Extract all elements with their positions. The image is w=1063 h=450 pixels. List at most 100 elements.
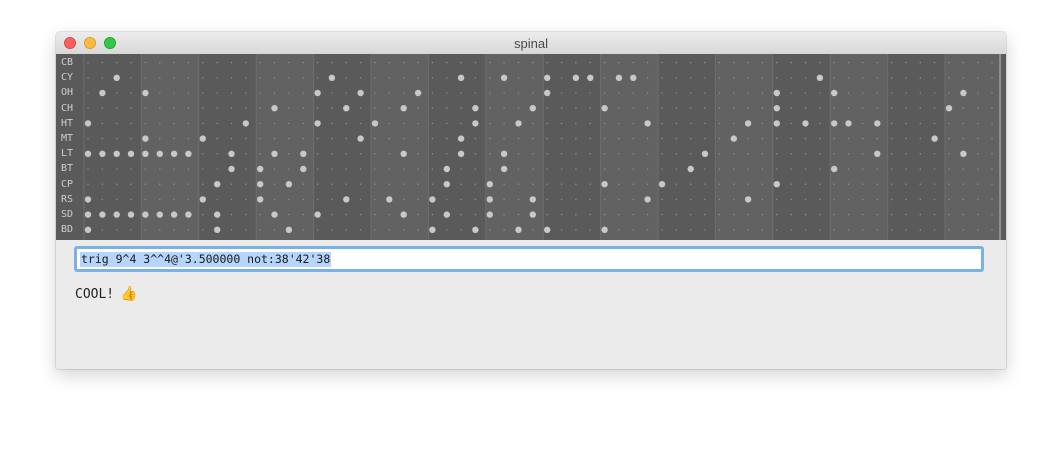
step-off[interactable] [847, 92, 850, 94]
step-off[interactable] [302, 229, 305, 231]
command-input-text[interactable]: trig 9^4 3^^4@'3.500000 not:38'42'38 [80, 252, 332, 267]
step-off[interactable] [202, 153, 204, 155]
step-off[interactable] [790, 213, 792, 216]
step-off[interactable] [675, 77, 678, 79]
step-off[interactable] [575, 137, 577, 140]
step-off[interactable] [991, 198, 993, 201]
step-on[interactable] [500, 74, 508, 81]
step-off[interactable] [546, 213, 548, 216]
step-on[interactable] [744, 120, 752, 127]
step-off[interactable] [661, 213, 663, 216]
step-on[interactable] [242, 120, 249, 127]
step-off[interactable] [288, 107, 290, 109]
step-off[interactable] [733, 183, 735, 185]
step-on[interactable] [271, 105, 278, 112]
step-on[interactable] [831, 89, 838, 97]
step-on[interactable] [544, 226, 551, 233]
step-off[interactable] [747, 61, 749, 64]
step-off[interactable] [144, 183, 147, 185]
step-off[interactable] [905, 122, 907, 125]
step-off[interactable] [933, 107, 936, 109]
step-off[interactable] [115, 137, 118, 140]
step-off[interactable] [948, 229, 950, 231]
step-off[interactable] [173, 137, 175, 140]
step-sequencer-grid[interactable]: CB CY OH CH HT MT LT BT CP RS SD BD [56, 54, 1006, 240]
step-off[interactable] [431, 183, 434, 185]
step-off[interactable] [976, 107, 979, 109]
step-off[interactable] [230, 92, 233, 94]
step-off[interactable] [976, 77, 979, 79]
step-off[interactable] [503, 61, 505, 64]
step-on[interactable] [443, 165, 450, 173]
step-off[interactable] [345, 122, 348, 125]
step-off[interactable] [905, 77, 907, 79]
step-off[interactable] [288, 92, 290, 94]
step-off[interactable] [689, 122, 692, 125]
step-off[interactable] [359, 198, 362, 201]
step-off[interactable] [230, 229, 233, 231]
step-off[interactable] [130, 137, 132, 140]
step-off[interactable] [632, 183, 635, 185]
step-off[interactable] [374, 61, 376, 64]
step-off[interactable] [962, 229, 965, 231]
step-on[interactable] [228, 165, 235, 173]
step-off[interactable] [417, 137, 419, 140]
step-off[interactable] [646, 153, 649, 155]
step-off[interactable] [847, 183, 850, 185]
step-off[interactable] [144, 168, 147, 170]
step-off[interactable] [646, 77, 649, 79]
step-on[interactable] [142, 211, 149, 218]
step-off[interactable] [761, 153, 764, 155]
step-off[interactable] [603, 137, 606, 140]
step-off[interactable] [431, 213, 434, 216]
step-off[interactable] [288, 61, 290, 64]
step-off[interactable] [704, 92, 706, 94]
step-off[interactable] [560, 107, 563, 109]
step-off[interactable] [546, 153, 548, 155]
step-off[interactable] [245, 168, 247, 170]
step-on[interactable] [529, 211, 536, 218]
step-off[interactable] [976, 229, 979, 231]
step-off[interactable] [517, 107, 520, 109]
step-off[interactable] [517, 183, 520, 185]
step-off[interactable] [101, 198, 104, 201]
step-off[interactable] [905, 92, 907, 94]
step-off[interactable] [575, 122, 577, 125]
step-off[interactable] [733, 122, 735, 125]
step-off[interactable] [503, 213, 505, 216]
step-on[interactable] [400, 105, 407, 112]
step-off[interactable] [259, 213, 261, 216]
step-off[interactable] [173, 122, 175, 125]
step-off[interactable] [532, 137, 534, 140]
step-off[interactable] [388, 213, 391, 216]
step-off[interactable] [804, 77, 807, 79]
step-off[interactable] [761, 122, 764, 125]
step-off[interactable] [919, 168, 922, 170]
step-off[interactable] [632, 61, 635, 64]
step-off[interactable] [187, 92, 190, 94]
step-off[interactable] [890, 229, 893, 231]
step-off[interactable] [646, 183, 649, 185]
step-off[interactable] [948, 198, 950, 201]
step-off[interactable] [847, 153, 850, 155]
step-off[interactable] [345, 183, 348, 185]
step-on[interactable] [142, 150, 149, 157]
step-off[interactable] [187, 183, 190, 185]
step-off[interactable] [632, 198, 635, 201]
step-off[interactable] [933, 92, 936, 94]
step-off[interactable] [733, 198, 735, 201]
step-on[interactable] [285, 181, 293, 188]
step-off[interactable] [747, 183, 749, 185]
step-off[interactable] [661, 92, 663, 94]
step-off[interactable] [446, 92, 448, 94]
step-off[interactable] [876, 229, 879, 231]
step-off[interactable] [560, 122, 563, 125]
step-off[interactable] [331, 198, 333, 201]
step-off[interactable] [847, 168, 850, 170]
step-off[interactable] [115, 61, 118, 64]
step-off[interactable] [345, 61, 348, 64]
step-off[interactable] [689, 92, 692, 94]
step-off[interactable] [646, 107, 649, 109]
step-off[interactable] [431, 153, 434, 155]
step-on[interactable] [773, 120, 780, 127]
